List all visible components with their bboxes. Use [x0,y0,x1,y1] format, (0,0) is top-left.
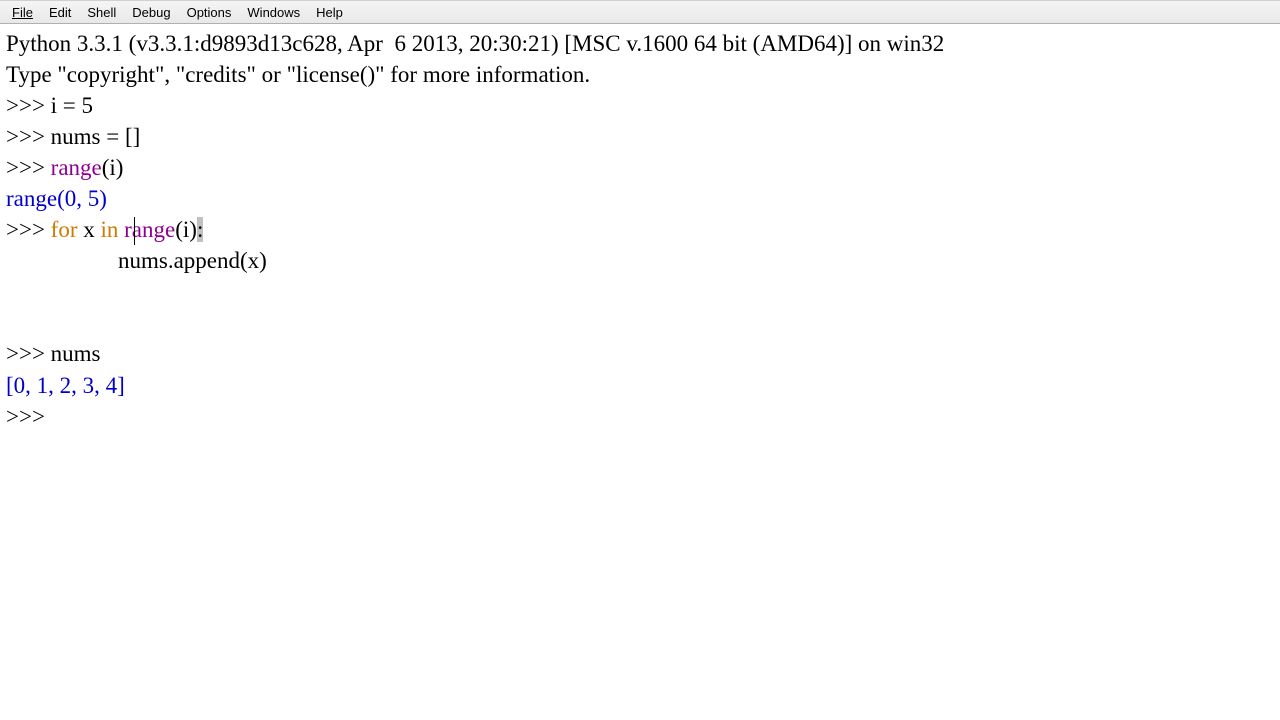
menu-debug[interactable]: Debug [124,3,178,22]
menubar: File Edit Shell Debug Options Windows He… [0,0,1280,24]
menu-windows[interactable]: Windows [239,3,308,22]
input-line: >>> i = 5 [6,90,1274,121]
text-cursor-icon [134,217,135,245]
prompt-line: >>> [6,401,1274,432]
menu-options[interactable]: Options [179,3,240,22]
menu-shell[interactable]: Shell [79,3,124,22]
output-line: range(0, 5) [6,183,1274,214]
continuation-line: nums.append(x) [6,245,1274,276]
input-line: >>> range(i) [6,152,1274,183]
menu-file[interactable]: File [4,3,41,22]
blank-line [6,307,1274,338]
blank-line [6,276,1274,307]
banner-line: Python 3.3.1 (v3.3.1:d9893d13c628, Apr 6… [6,28,1274,59]
banner-line: Type "copyright", "credits" or "license(… [6,59,1274,90]
menu-edit[interactable]: Edit [41,3,79,22]
input-line: >>> nums = [] [6,121,1274,152]
highlighted-colon: : [197,217,203,242]
input-line: >>> for x in range(i): [6,214,1274,245]
shell-output-area[interactable]: Python 3.3.1 (v3.3.1:d9893d13c628, Apr 6… [0,24,1280,720]
input-line: >>> nums [6,338,1274,369]
output-line: [0, 1, 2, 3, 4] [6,370,1274,401]
menu-help[interactable]: Help [308,3,351,22]
